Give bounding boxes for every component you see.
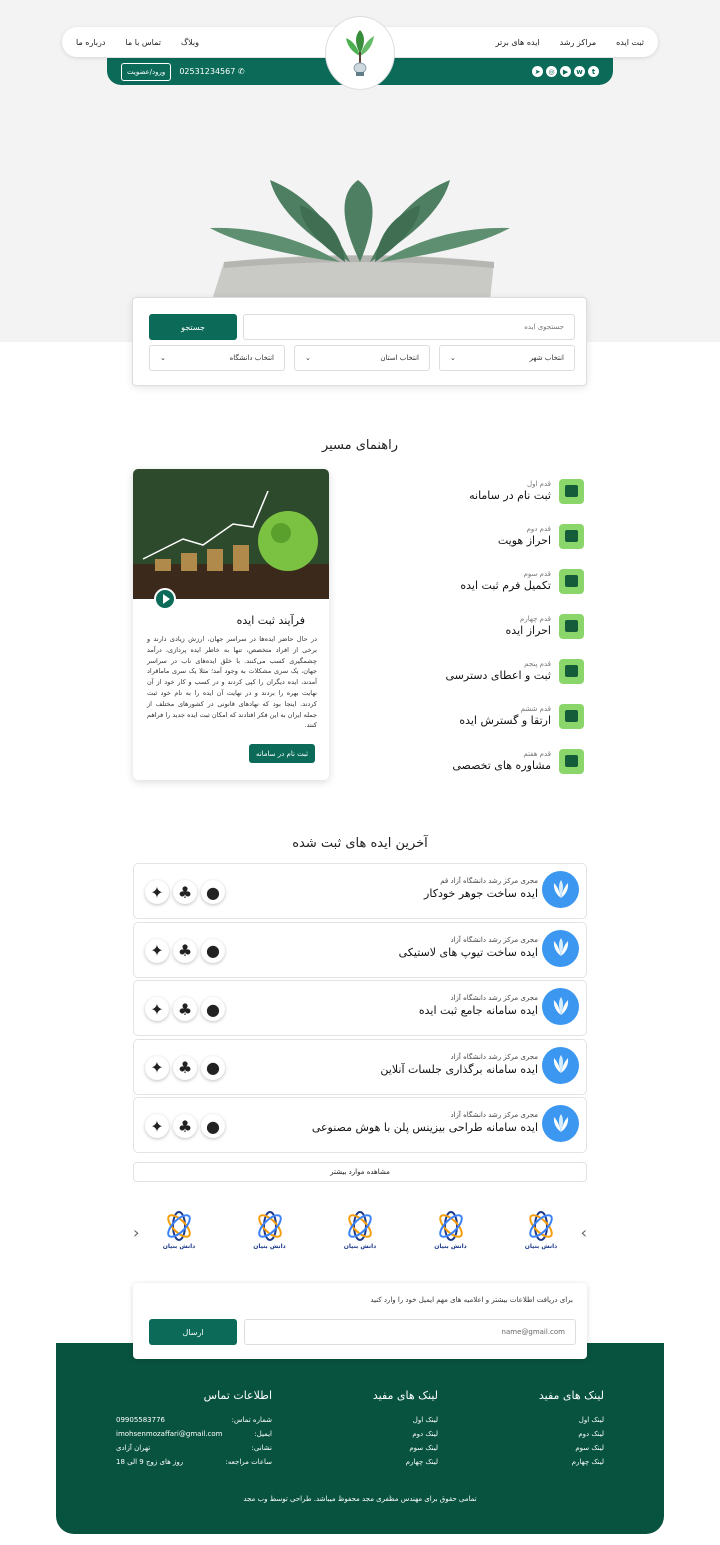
footer-link[interactable]: لینک سوم [373, 1444, 438, 1452]
nav-top-ideas[interactable]: ایده های برتر [496, 38, 540, 47]
idea-card[interactable]: مجری مرکز رشد دانشگاه آزاد ایده ساخت تیوپ… [133, 921, 587, 978]
plant-icon [542, 988, 579, 1025]
play-video-button[interactable] [154, 588, 176, 610]
nav-about[interactable]: درباره ما [76, 38, 105, 47]
emblem-badge-icon: ♣ [173, 997, 197, 1021]
step-item: قدم ششم ارتقا و گسترش ایده [384, 701, 584, 731]
login-button[interactable]: ورود/عضویت [121, 62, 172, 81]
plant-icon [542, 929, 579, 967]
chevron-right-icon[interactable]: › [581, 1223, 587, 1242]
plant-icon [542, 1105, 579, 1142]
guide-title: راهنمای مسیر [321, 438, 399, 453]
social-links: t w ▶ ◎ ➤ [532, 66, 599, 77]
footer-links-1: لینک های مفید لینک اول لینک دوم لینک سوم… [538, 1389, 604, 1466]
whatsapp-icon[interactable]: w [574, 66, 585, 77]
plant-icon [542, 871, 579, 908]
footer-link[interactable]: لینک سوم [539, 1444, 604, 1452]
view-more-button[interactable]: مشاهده موارد بیشتر [133, 1162, 587, 1182]
form-icon [559, 478, 584, 504]
partner-logo[interactable]: دانش بنیان [247, 1209, 293, 1261]
emblem-badge-icon: ♣ [173, 1114, 197, 1138]
box-check-icon [559, 613, 584, 639]
growth-image [133, 469, 329, 599]
step-item: قدم اول ثبت نام در سامانه [384, 476, 584, 506]
idea-card[interactable]: مجری مرکز رشد دانشگاه آزاد ایده سامانه جا… [133, 980, 587, 1036]
footer-link[interactable]: لینک اول [373, 1416, 438, 1424]
province-select[interactable]: انتخاب استان ⌄ [294, 345, 430, 371]
incubator-badge-icon: ● [201, 997, 225, 1021]
process-card: فرآیند ثبت ایده در حال حاضر ایده‌ها در س… [133, 469, 329, 780]
box-check-icon [559, 748, 584, 774]
university-badge-icon: ✦ [145, 997, 169, 1021]
process-title: فرآیند ثبت ایده [236, 614, 305, 627]
step-item: قدم دوم احراز هویت [384, 521, 584, 551]
chevron-left-icon[interactable]: ‹ [133, 1223, 139, 1242]
plant-bulb-icon [346, 30, 374, 76]
footer-link[interactable]: لینک دوم [373, 1430, 438, 1438]
telegram-icon[interactable]: ➤ [532, 66, 543, 77]
dashboard-icon [559, 658, 584, 684]
search-button[interactable]: جستجو [149, 314, 237, 340]
partner-logo[interactable]: دانش بنیان [518, 1209, 564, 1261]
incubator-badge-icon: ● [201, 880, 225, 904]
plant-icon [542, 1046, 579, 1084]
partner-logo[interactable]: دانش بنیان [428, 1209, 474, 1261]
university-select[interactable]: انتخاب دانشگاه ⌄ [149, 345, 285, 371]
footer: لینک های مفید لینک اول لینک دوم لینک سوم… [56, 1343, 664, 1534]
university-badge-icon: ✦ [145, 938, 169, 963]
idea-card[interactable]: مجری مرکز رشد دانشگاه آزاد قم ایده ساخت ج… [133, 863, 587, 919]
step-item: قدم چهارم احراز ایده [384, 611, 584, 641]
footer-link[interactable]: لینک چهارم [539, 1458, 604, 1466]
partner-logo[interactable]: دانش بنیان [156, 1209, 202, 1261]
university-badge-icon: ✦ [145, 1055, 169, 1080]
site-logo[interactable] [325, 16, 395, 90]
newsletter-label: برای دریافت اطلاعات بیشتر و اعلامیه های … [370, 1296, 573, 1304]
chevron-down-icon: ⌄ [305, 354, 311, 362]
id-card-icon [559, 703, 584, 729]
footer-link[interactable]: لینک چهارم [373, 1458, 438, 1466]
city-select[interactable]: انتخاب شهر ⌄ [439, 345, 575, 371]
partners-carousel: ‹ › دانش بنیان دانش بنیان دانش بنیان دانش ب… [130, 1205, 590, 1263]
process-text: در حال حاضر ایده‌ها در سراسر جهان، ارزش … [147, 635, 317, 730]
footer-contact: اطلاعات تماس شماره تماس: 09905583776 ایمی… [116, 1389, 272, 1466]
user-verify-icon [559, 523, 584, 549]
incubator-badge-icon: ● [201, 1055, 225, 1080]
incubator-badge-icon: ● [201, 938, 225, 963]
chevron-down-icon: ⌄ [450, 354, 456, 362]
email-input[interactable]: name@gmail.com [244, 1319, 576, 1345]
register-button[interactable]: ثبت نام در سامانه [249, 744, 315, 763]
partner-logo[interactable]: دانش بنیان [337, 1209, 383, 1261]
idea-card[interactable]: مجری مرکز رشد دانشگاه آزاد ایده سامانه بر… [133, 1038, 587, 1095]
instagram-icon[interactable]: ◎ [546, 66, 557, 77]
copyright: تمامی حقوق برای مهندس مظفری مجد محفوظ می… [243, 1495, 477, 1503]
hand-icon [559, 568, 584, 594]
idea-card[interactable]: مجری مرکز رشد دانشگاه آزاد ایده سامانه طر… [133, 1097, 587, 1153]
chevron-down-icon: ⌄ [160, 354, 166, 362]
university-badge-icon: ✦ [145, 880, 169, 904]
newsletter-box: برای دریافت اطلاعات بیشتر و اعلامیه های … [133, 1283, 587, 1359]
search-panel: جستجوی ایده جستجو انتخاب شهر ⌄ انتخاب است… [132, 297, 587, 386]
step-item: قدم پنجم ثبت و اعطای دسترسی [384, 656, 584, 686]
youtube-icon[interactable]: ▶ [560, 66, 571, 77]
university-badge-icon: ✦ [145, 1114, 169, 1138]
nav-submit-idea[interactable]: ثبت ایده [616, 38, 644, 47]
nav-incubators[interactable]: مراکز رشد [560, 38, 596, 47]
emblem-badge-icon: ♣ [173, 938, 197, 963]
emblem-badge-icon: ♣ [173, 1055, 197, 1080]
footer-links-2: لینک های مفید لینک اول لینک دوم لینک سوم… [372, 1389, 438, 1466]
step-item: قدم هفتم مشاوره های تخصصی [384, 746, 584, 776]
ideas-title: آخرین ایده های ثبت شده [292, 836, 428, 851]
phone-icon: ✆ [237, 67, 245, 76]
emblem-badge-icon: ♣ [173, 880, 197, 904]
phone-number[interactable]: ✆ 02531234567 [179, 67, 244, 76]
incubator-badge-icon: ● [201, 1114, 225, 1138]
step-item: قدم سوم تکمیل فرم ثبت ایده [384, 566, 584, 596]
footer-link[interactable]: لینک دوم [539, 1430, 604, 1438]
footer-link[interactable]: لینک اول [539, 1416, 604, 1424]
nav-contact[interactable]: تماس با ما [125, 38, 161, 47]
send-button[interactable]: ارسال [149, 1319, 237, 1345]
nav-blog[interactable]: وبلاگ [181, 38, 199, 47]
twitter-icon[interactable]: t [588, 66, 599, 77]
search-input[interactable]: جستجوی ایده [243, 314, 575, 340]
